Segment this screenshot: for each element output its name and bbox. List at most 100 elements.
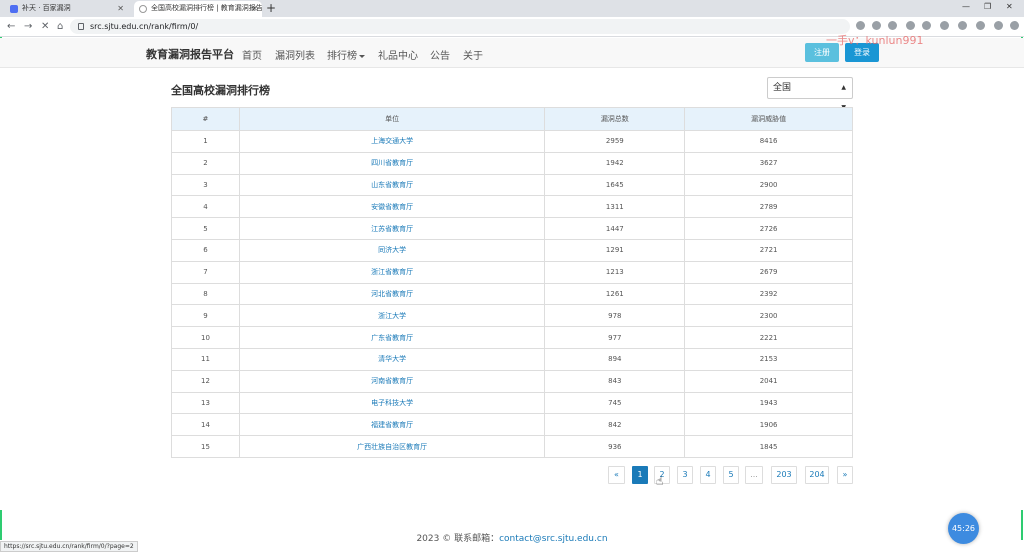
threat-value-cell: 2221 (684, 326, 853, 349)
threat-value-cell: 2789 (684, 195, 853, 219)
unit-link[interactable]: 安徽省教育厅 (238, 195, 546, 219)
unit-link[interactable]: 电子科技大学 (238, 391, 546, 415)
extension-icon[interactable] (940, 21, 949, 30)
unit-link[interactable]: 河南省教育厅 (238, 369, 546, 393)
status-bar-url: https://src.sjtu.edu.cn/rank/firm/0/?pag… (0, 541, 138, 552)
threat-value-cell: 3627 (684, 151, 853, 175)
page-button[interactable]: 204 (805, 466, 829, 484)
extension-icon[interactable] (922, 21, 931, 30)
url-text: src.sjtu.edu.cn/rank/firm/0/ (90, 22, 199, 31)
vuln-total-cell: 745 (544, 391, 686, 415)
unit-link[interactable]: 浙江省教育厅 (238, 260, 546, 284)
nav-leaderboard-label: 排行榜 (327, 51, 357, 62)
back-icon[interactable]: ← (7, 19, 15, 35)
unit-link[interactable]: 江苏省教育厅 (238, 217, 546, 240)
unit-link[interactable]: 广东省教育厅 (238, 326, 546, 349)
rank-cell: 15 (171, 435, 240, 458)
home-icon[interactable]: ⌂ (57, 19, 63, 35)
page-button[interactable]: 5 (723, 466, 739, 484)
rank-cell: 6 (171, 238, 240, 262)
hand-cursor-icon: ☝ (656, 474, 664, 488)
browser-menu-icon[interactable] (1010, 21, 1019, 30)
vuln-total-cell: 1291 (544, 238, 686, 262)
threat-value-cell: 8416 (684, 130, 853, 153)
bookmark-star-icon[interactable] (888, 21, 897, 30)
nav-home[interactable]: 首页 (242, 47, 262, 62)
page-button[interactable]: 4 (700, 466, 716, 484)
stop-loading-icon[interactable]: ✕ (41, 19, 49, 35)
loading-favicon-icon (139, 5, 147, 13)
rank-cell: 2 (171, 151, 240, 175)
vuln-total-cell: 842 (544, 413, 686, 437)
nav-vuln-list[interactable]: 漏洞列表 (275, 47, 315, 62)
url-input[interactable]: src.sjtu.edu.cn/rank/firm/0/ (70, 19, 850, 34)
forward-icon[interactable]: → (24, 19, 32, 35)
table-row: 14 福建省教育厅 842 1906 (171, 413, 853, 437)
page-button[interactable]: 203 (771, 466, 797, 484)
nav-leaderboard[interactable]: 排行榜 (327, 47, 365, 62)
table-row: 9 浙江大学 978 2300 (171, 304, 853, 328)
unit-link[interactable]: 河北省教育厅 (238, 282, 546, 306)
close-tab-icon[interactable]: ✕ (251, 1, 258, 16)
nav-announcement[interactable]: 公告 (430, 47, 450, 62)
unit-link[interactable]: 广西壮族自治区教育厅 (238, 435, 546, 458)
profile-avatar-icon[interactable] (994, 21, 1003, 30)
extension-icon[interactable] (906, 21, 915, 30)
unit-link[interactable]: 山东省教育厅 (238, 173, 546, 197)
side-panel-icon[interactable] (976, 21, 985, 30)
vuln-total-cell: 1213 (544, 260, 686, 284)
browser-tab-active[interactable]: 全国高校漏洞排行榜 | 教育漏洞报告 ✕ (134, 1, 262, 17)
unit-link[interactable]: 福建省教育厅 (238, 413, 546, 437)
new-tab-button[interactable]: + (266, 0, 276, 16)
minimize-icon[interactable]: — (962, 0, 970, 14)
ranking-table: # 单位 漏洞总数 漏洞威胁值 1 上海交通大学 2959 8416 2 四川省教育厅 19… (171, 107, 853, 458)
browser-tab[interactable]: 补天 · 百家漏洞 ✕ (2, 1, 128, 17)
vuln-total-cell: 1311 (544, 195, 686, 219)
threat-value-cell: 1906 (684, 413, 853, 437)
threat-value-cell: 2679 (684, 260, 853, 284)
unit-link[interactable]: 四川省教育厅 (238, 151, 546, 175)
extension-puzzle-icon[interactable] (958, 21, 967, 30)
page-button[interactable]: 3 (677, 466, 693, 484)
tab-title: 全国高校漏洞排行榜 | 教育漏洞报告 (151, 4, 262, 12)
tab-title: 补天 · 百家漏洞 (22, 4, 71, 12)
share-icon[interactable] (872, 21, 881, 30)
table-row: 10 广东省教育厅 977 2221 (171, 326, 853, 349)
close-tab-icon[interactable]: ✕ (117, 1, 124, 16)
contact-email-link[interactable]: contact@src.sjtu.edu.cn (499, 534, 607, 544)
column-header-total: 漏洞总数 (544, 107, 686, 131)
region-select[interactable]: 全国 ▲▼ (767, 77, 853, 111)
next-page-button[interactable]: » (837, 466, 853, 484)
unit-link[interactable]: 上海交通大学 (238, 130, 546, 153)
vuln-total-cell: 978 (544, 304, 686, 328)
close-window-icon[interactable]: ✕ (1006, 0, 1013, 14)
page-button[interactable]: 1 (632, 466, 648, 484)
rank-cell: 8 (171, 282, 240, 306)
threat-value-cell: 2392 (684, 282, 853, 306)
watermark-text: 一手v：kunlun991 (826, 34, 924, 47)
table-row: 1 上海交通大学 2959 8416 (171, 130, 853, 153)
vuln-total-cell: 936 (544, 435, 686, 458)
nav-gift-center[interactable]: 礼品中心 (378, 47, 418, 62)
unit-link[interactable]: 同济大学 (238, 238, 546, 262)
site-brand[interactable]: 教育漏洞报告平台 (146, 46, 234, 62)
zoom-icon[interactable] (856, 21, 865, 30)
rank-cell: 11 (171, 347, 240, 371)
unit-link[interactable]: 浙江大学 (238, 304, 546, 328)
rank-cell: 12 (171, 369, 240, 393)
vuln-total-cell: 1261 (544, 282, 686, 306)
rank-cell: 13 (171, 391, 240, 415)
nav-about[interactable]: 关于 (463, 47, 483, 62)
vuln-total-cell: 1942 (544, 151, 686, 175)
column-header-threat: 漏洞威胁值 (684, 107, 853, 131)
rank-cell: 14 (171, 413, 240, 437)
restore-icon[interactable]: ❐ (984, 0, 991, 14)
prev-page-button[interactable]: « (608, 466, 625, 484)
threat-value-cell: 2726 (684, 217, 853, 240)
unit-link[interactable]: 清华大学 (238, 347, 546, 371)
rank-cell: 7 (171, 260, 240, 284)
recording-timer: 45:26 (948, 513, 979, 544)
table-header-row: # 单位 漏洞总数 漏洞威胁值 (171, 107, 853, 131)
table-row: 3 山东省教育厅 1645 2900 (171, 173, 853, 197)
rank-cell: 3 (171, 173, 240, 197)
